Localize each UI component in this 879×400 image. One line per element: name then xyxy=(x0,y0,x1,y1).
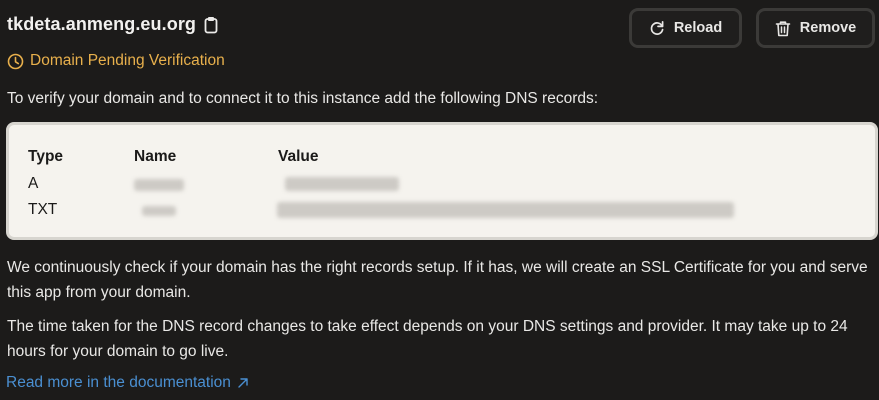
domain-settings-panel: tkdeta.anmeng.eu.org Reload Remove Domai… xyxy=(0,0,879,400)
status-badge: Domain Pending Verification xyxy=(7,52,225,70)
redacted-name-a xyxy=(134,179,184,191)
redacted-name-txt xyxy=(142,206,176,216)
propagation-info-text: The time taken for the DNS record change… xyxy=(7,318,848,360)
column-header-value: Value xyxy=(278,148,319,165)
record-type-txt: TXT xyxy=(28,201,58,218)
verification-info-text: We continuously check if your domain has… xyxy=(7,259,868,301)
domain-header: tkdeta.anmeng.eu.org xyxy=(7,14,218,35)
redacted-value-a xyxy=(285,177,399,191)
refresh-icon xyxy=(649,20,665,36)
reload-button[interactable]: Reload xyxy=(629,8,742,48)
trash-icon xyxy=(775,20,791,37)
redacted-value-txt xyxy=(277,202,734,218)
remove-button[interactable]: Remove xyxy=(756,8,875,48)
clock-icon xyxy=(7,53,24,70)
clipboard-icon[interactable] xyxy=(204,16,218,34)
documentation-link[interactable]: Read more in the documentation xyxy=(6,374,249,392)
instructions-text: To verify your domain and to connect it … xyxy=(7,90,599,107)
column-header-name: Name xyxy=(134,148,177,165)
remove-label: Remove xyxy=(799,20,857,36)
domain-title: tkdeta.anmeng.eu.org xyxy=(7,14,197,34)
external-link-arrow-icon xyxy=(237,377,249,389)
documentation-link-label: Read more in the documentation xyxy=(6,374,231,391)
status-text: Domain Pending Verification xyxy=(30,52,225,69)
dns-records-table: Type Name Value A TXT xyxy=(6,122,878,240)
reload-label: Reload xyxy=(673,20,723,36)
column-header-type: Type xyxy=(28,148,64,165)
record-type-a: A xyxy=(28,175,39,192)
